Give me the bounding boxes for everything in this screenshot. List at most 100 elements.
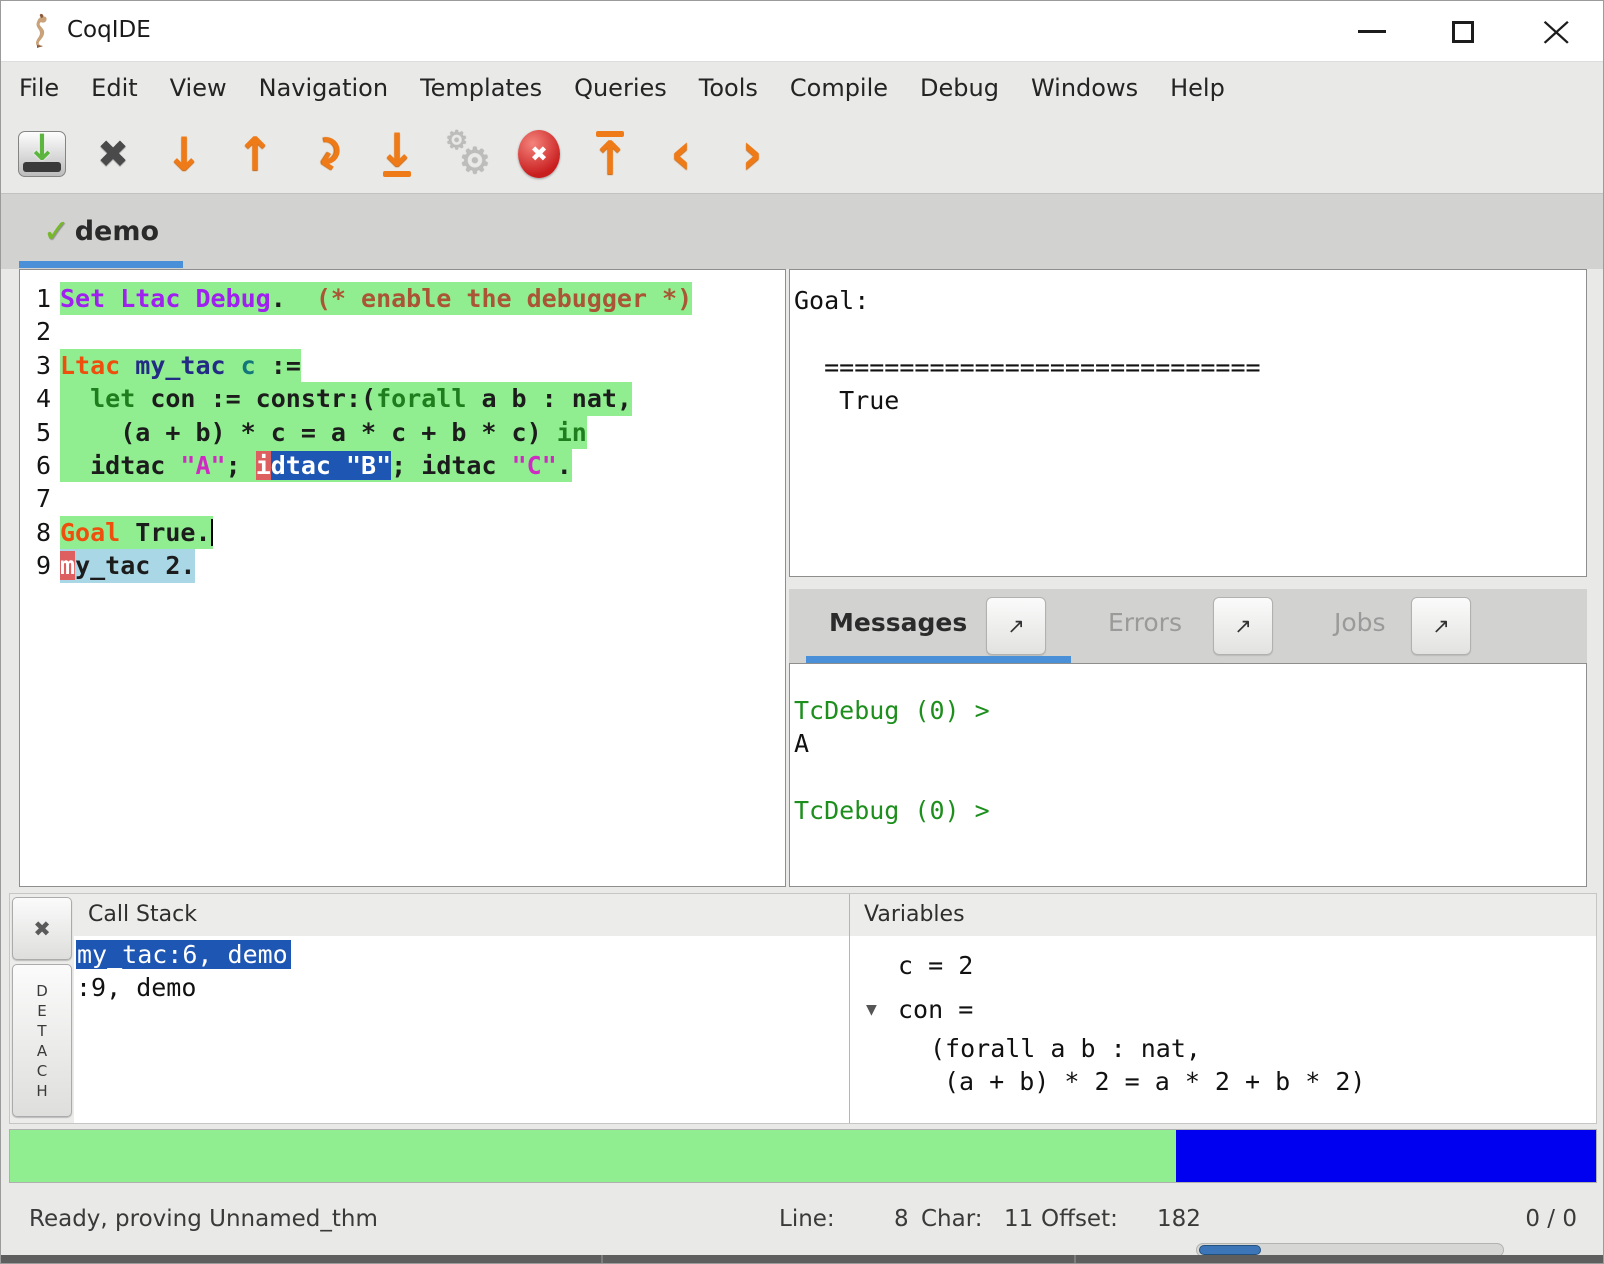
close-document-icon[interactable]: ✖	[88, 126, 138, 182]
previous-occurrence-icon[interactable]: ‹	[656, 126, 706, 182]
char-label: Char:	[921, 1206, 983, 1232]
line-number[interactable]: 9	[20, 549, 60, 582]
line-label: Line:	[779, 1206, 835, 1232]
line-number[interactable]: 6	[20, 449, 60, 482]
interrupt-icon[interactable]: ✖	[514, 126, 564, 182]
menu-item-navigation[interactable]: Navigation	[259, 74, 388, 102]
restart-icon[interactable]: ↑	[585, 126, 635, 182]
progress-remaining	[1176, 1130, 1596, 1182]
checkmark-icon: ✓	[43, 212, 70, 250]
goal-panel[interactable]: Goal: ============================= True	[789, 269, 1587, 577]
backward-one-command-icon[interactable]: ↑	[230, 126, 280, 182]
forward-one-command-icon[interactable]: ↓	[159, 126, 209, 182]
code-text: Goal True.	[60, 516, 213, 549]
menu-item-windows[interactable]: Windows	[1031, 74, 1138, 102]
detach-messages-button[interactable]: ↗	[986, 597, 1046, 655]
message-line: TcDebug (0) >	[794, 794, 1586, 827]
menu-item-file[interactable]: File	[19, 74, 59, 102]
line-number[interactable]: 4	[20, 382, 60, 415]
goal-line: Goal:	[794, 284, 1586, 317]
tab-errors[interactable]: Errors	[1108, 589, 1182, 656]
variable-text: con =	[898, 988, 973, 1032]
tab-jobs[interactable]: Jobs	[1334, 589, 1386, 656]
line-number[interactable]: 7	[20, 482, 60, 515]
expander-icon[interactable]: ▼	[866, 988, 898, 1032]
line-number[interactable]: 3	[20, 349, 60, 382]
menu-item-templates[interactable]: Templates	[420, 74, 542, 102]
message-tab-bar: Messages ↗ Errors ↗ Jobs ↗	[789, 589, 1587, 663]
progress-bar	[9, 1129, 1597, 1183]
scrollbar-thumb[interactable]	[1199, 1245, 1261, 1255]
run-to-end-icon[interactable]: ↓	[372, 126, 422, 182]
code-line[interactable]: 4 let con := constr:(forall a b : nat,	[20, 382, 785, 415]
jobs-counter: 0 / 0	[1525, 1206, 1577, 1232]
next-occurrence-icon[interactable]: ›	[727, 126, 777, 182]
message-line	[794, 761, 1586, 794]
menu-item-compile[interactable]: Compile	[790, 74, 888, 102]
code-line[interactable]: 1Set Ltac Debug. (* enable the debugger …	[20, 282, 785, 315]
tab-messages[interactable]: Messages	[829, 589, 967, 656]
status-message: Ready, proving Unnamed_thm	[29, 1206, 378, 1232]
selected-frame: my_tac:6, demo	[76, 940, 291, 969]
variable-row[interactable]: ▼con =	[850, 988, 1596, 1032]
code-area: 1Set Ltac Debug. (* enable the debugger …	[20, 282, 785, 583]
go-to-cursor-icon[interactable]: ↷	[301, 126, 351, 182]
minimize-button[interactable]	[1337, 1, 1407, 62]
variable-row[interactable]: (forall a b : nat,	[850, 1032, 1596, 1065]
tab-demo[interactable]: ✓ demo	[19, 194, 183, 268]
code-text: let con := constr:(forall a b : nat,	[60, 382, 632, 415]
menu-item-debug[interactable]: Debug	[920, 74, 999, 102]
detach-button[interactable]: DETACH	[12, 964, 72, 1117]
debug-panels: ✖ DETACH Call Stack my_tac:6, demo:9, de…	[9, 893, 1597, 1124]
goal-line: True	[794, 384, 1586, 417]
goal-body: Goal: ============================= True	[794, 284, 1586, 418]
code-line[interactable]: 8Goal True.	[20, 516, 785, 549]
menu-item-tools[interactable]: Tools	[699, 74, 758, 102]
close-x-icon: ✖	[33, 917, 51, 941]
minimize-icon	[1358, 30, 1386, 33]
close-button[interactable]: ×	[1521, 1, 1591, 62]
variables-list[interactable]: c = 2▼con =(forall a b : nat,(a + b) * 2…	[850, 936, 1596, 1123]
menu-item-view[interactable]: View	[170, 74, 227, 102]
window-title: CoqIDE	[67, 17, 151, 43]
close-debug-panel-button[interactable]: ✖	[12, 897, 72, 960]
maximize-icon	[1452, 21, 1474, 43]
fully-check-icon[interactable]: ⚙⚙	[443, 126, 493, 182]
stop-circle: ✖	[518, 130, 560, 178]
code-line[interactable]: 6 idtac "A"; idtac "B"; idtac "C".	[20, 449, 785, 482]
stack-frame[interactable]: my_tac:6, demo	[74, 938, 849, 971]
menu-bar: File Edit View Navigation Templates Queries To…	[1, 62, 1603, 114]
line-number[interactable]: 5	[20, 416, 60, 449]
code-line[interactable]: 9my_tac 2.	[20, 549, 785, 582]
detach-icon: ↗	[1234, 614, 1252, 638]
menu-item-edit[interactable]: Edit	[91, 74, 137, 102]
tab-label: demo	[75, 216, 159, 247]
code-text: Ltac my_tac c :=	[60, 349, 301, 382]
code-text: Set Ltac Debug. (* enable the debugger *…	[60, 282, 692, 315]
maximize-button[interactable]	[1428, 1, 1498, 62]
message-line: TcDebug (0) >	[794, 694, 1586, 727]
stack-frame[interactable]: :9, demo	[74, 971, 849, 1004]
save-icon[interactable]: ↓	[17, 126, 67, 182]
code-line[interactable]: 5 (a + b) * c = a * c + b * c) in	[20, 416, 785, 449]
active-message-tab-indicator	[806, 656, 1071, 663]
messages-body: TcDebug (0) >ATcDebug (0) >	[794, 694, 1586, 828]
edge-notch	[1074, 1255, 1076, 1263]
variable-text: (a + b) * 2 = a * 2 + b * 2)	[944, 1065, 1365, 1098]
code-line[interactable]: 7	[20, 482, 785, 515]
variable-row[interactable]: (a + b) * 2 = a * 2 + b * 2)	[850, 1065, 1596, 1098]
script-editor[interactable]: 1Set Ltac Debug. (* enable the debugger …	[19, 269, 786, 887]
detach-jobs-button[interactable]: ↗	[1411, 597, 1471, 655]
detach-icon: ↗	[1007, 614, 1025, 638]
call-stack-list[interactable]: my_tac:6, demo:9, demo	[74, 936, 849, 1123]
code-line[interactable]: 2	[20, 315, 785, 348]
line-number[interactable]: 8	[20, 516, 60, 549]
menu-item-queries[interactable]: Queries	[574, 74, 667, 102]
line-number[interactable]: 2	[20, 315, 60, 348]
line-number[interactable]: 1	[20, 282, 60, 315]
code-line[interactable]: 3Ltac my_tac c :=	[20, 349, 785, 382]
detach-errors-button[interactable]: ↗	[1213, 597, 1273, 655]
menu-item-help[interactable]: Help	[1170, 74, 1225, 102]
variable-row[interactable]: c = 2	[850, 944, 1596, 988]
messages-panel[interactable]: TcDebug (0) >ATcDebug (0) >	[789, 663, 1587, 887]
